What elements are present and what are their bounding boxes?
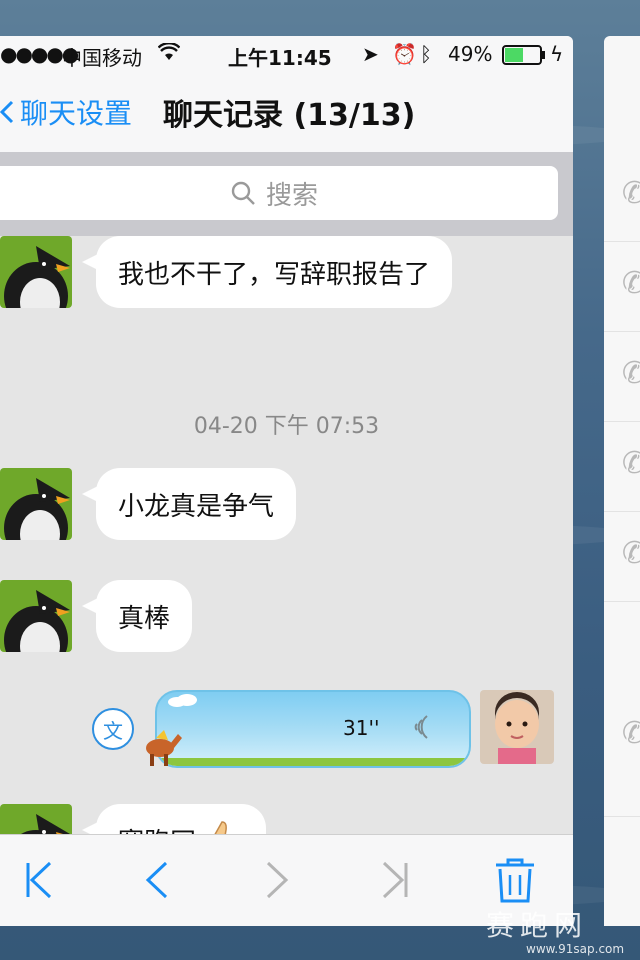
divider (604, 511, 640, 512)
chevron-left-icon (0, 100, 14, 124)
penguin-avatar-image (0, 580, 72, 652)
child-avatar-image (480, 690, 554, 764)
divider (604, 241, 640, 242)
search-input[interactable]: 搜索 (0, 166, 558, 220)
divider (604, 331, 640, 332)
phone-icon: ✆ (622, 176, 640, 211)
message-bubble[interactable]: 真棒 (96, 580, 193, 652)
clock-label: 上午11:45 (228, 46, 332, 70)
trash-icon[interactable] (490, 855, 540, 905)
divider (604, 421, 640, 422)
page-title: 聊天记录 (13/13) (163, 98, 416, 133)
divider (604, 601, 640, 602)
navigation-bar: 聊天设置 聊天记录 (13/13) (0, 74, 573, 153)
penguin-avatar-image (0, 236, 72, 308)
wifi-icon (157, 42, 181, 66)
voice-to-text-button[interactable]: 文 (92, 708, 134, 750)
first-page-button[interactable] (14, 855, 64, 905)
avatar[interactable] (0, 468, 72, 540)
message-bubble[interactable]: 赛跑网 (96, 804, 267, 836)
message-text: 小龙真是争气 (118, 491, 275, 522)
penguin-avatar-image (0, 468, 72, 540)
phone-icon: ✆ (622, 716, 640, 751)
battery-icon (502, 45, 546, 70)
status-bar: ●●●●● 中国移动 上午11:45 ➤ ⏰ ᛒ 49% ϟ (0, 36, 573, 74)
message-text: 真棒 (118, 603, 171, 634)
phone-icon: ✆ (622, 446, 640, 481)
watermark-url: www.91sap.com (526, 942, 625, 956)
translate-label: 文 (103, 718, 123, 743)
message-bubble[interactable]: 小龙真是争气 (96, 468, 297, 540)
divider (604, 816, 640, 817)
avatar[interactable] (480, 690, 554, 764)
avatar[interactable] (0, 236, 72, 308)
cloud-icon (168, 694, 197, 707)
bluetooth-icon: ᛒ (420, 42, 432, 66)
last-page-button[interactable] (370, 855, 420, 905)
avatar[interactable] (0, 804, 72, 836)
chat-list[interactable]: 我也不干了，写辞职报告了 04-20 下午 07:53 小龙真是争气 真棒 文 … (0, 236, 573, 836)
charging-icon: ϟ (550, 42, 564, 66)
voice-message-bubble[interactable]: 31'' (155, 690, 471, 768)
previous-page-button[interactable] (132, 855, 182, 905)
chat-history-card: ●●●●● 中国移动 上午11:45 ➤ ⏰ ᛒ 49% ϟ 聊天设置 聊天记录… (0, 36, 573, 926)
next-page-button[interactable] (252, 855, 302, 905)
carrier-label: 中国移动 (62, 46, 142, 70)
phone-icon: ✆ (622, 536, 640, 571)
location-icon: ➤ (362, 42, 379, 66)
phone-icon: ✆ (622, 266, 640, 301)
search-bar: 搜索 (0, 152, 573, 236)
search-placeholder: 搜索 (265, 180, 318, 211)
watermark-title: 赛跑网 (486, 909, 589, 942)
adjacent-app-card[interactable]: ✆ ✆ ✆ ✆ ✆ ✆ (604, 36, 640, 926)
phone-icon: ✆ (622, 356, 640, 391)
message-bubble[interactable]: 我也不干了，写辞职报告了 (96, 236, 453, 308)
back-button-label: 聊天设置 (20, 97, 133, 130)
voice-duration: 31'' (343, 716, 380, 740)
back-button[interactable]: 聊天设置 (0, 92, 132, 132)
penguin-avatar-image (0, 804, 72, 836)
horse-icon (146, 730, 182, 766)
alarm-icon: ⏰ (392, 42, 417, 66)
battery-percent: 49% (448, 42, 493, 66)
search-icon (231, 181, 255, 205)
grass-strip (157, 758, 469, 766)
site-watermark: 赛跑网 www.91sap.com (486, 904, 624, 956)
avatar[interactable] (0, 580, 72, 652)
sound-wave-icon (414, 715, 428, 739)
message-text: 我也不干了，写辞职报告了 (118, 259, 431, 290)
message-timestamp: 04-20 下午 07:53 (193, 414, 380, 439)
